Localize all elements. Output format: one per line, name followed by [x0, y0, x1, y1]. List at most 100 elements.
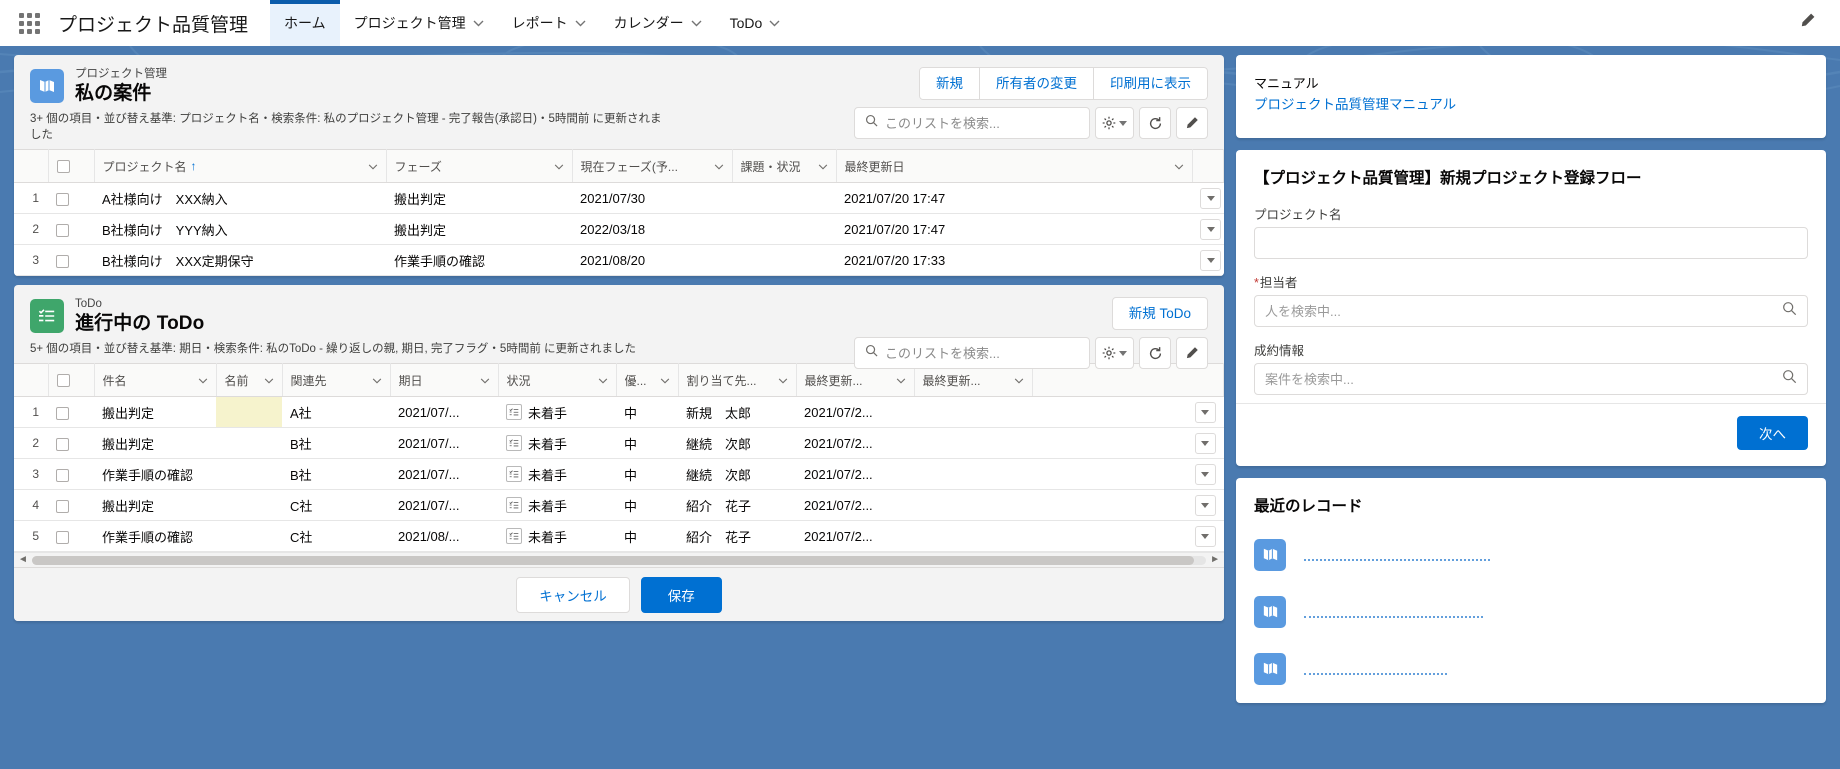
chevron-down-icon[interactable] [890, 373, 906, 387]
todo-search-box[interactable] [854, 337, 1090, 369]
app-launcher-waffle-icon[interactable] [0, 0, 58, 46]
row-select-cell[interactable] [48, 520, 94, 552]
list-item[interactable] [1254, 583, 1808, 640]
cell-related-to[interactable]: B社 [282, 458, 390, 490]
printable-view-button[interactable]: 印刷用に表示 [1094, 67, 1208, 100]
column-header-last-modified[interactable]: 最終更新日 [836, 149, 1193, 183]
row-menu-button[interactable] [1200, 218, 1221, 240]
list-item[interactable] [1254, 640, 1808, 697]
table-row[interactable]: 2 B社様向け YYY納入 搬出判定 2022/03/18 2021/07/20 … [14, 213, 1224, 245]
cell-name[interactable] [216, 458, 282, 490]
cell-row-actions[interactable] [1192, 182, 1224, 214]
column-header-subject[interactable]: 件名 [94, 363, 217, 397]
horizontal-scrollbar[interactable]: ◄ ► [14, 552, 1224, 567]
column-header-priority[interactable]: 優... [616, 363, 679, 397]
cell-name[interactable] [216, 427, 282, 459]
table-row[interactable]: 1 A社様向け XXX納入 搬出判定 2021/07/30 2021/07/20 … [14, 182, 1224, 214]
select-all-checkbox[interactable] [56, 160, 70, 174]
scroll-left-arrow[interactable]: ◄ [18, 555, 28, 565]
row-select-cell[interactable] [48, 213, 94, 245]
row-select-cell[interactable] [48, 489, 94, 521]
column-header-assigned-to[interactable]: 割り当て先... [678, 363, 797, 397]
todo-refresh-button[interactable] [1139, 337, 1171, 369]
new-button[interactable]: 新規 [919, 67, 980, 100]
row-select-cell[interactable] [48, 458, 94, 490]
cell-subject[interactable]: 作業手順の確認 [94, 458, 216, 490]
cell-related-to[interactable]: A社 [282, 396, 390, 428]
table-row[interactable]: 4 搬出判定 C社 2021/07/... 未着手 中 紹介 花子 2021/07… [14, 489, 1224, 521]
row-checkbox[interactable] [56, 192, 69, 206]
cell-name[interactable] [216, 489, 282, 521]
cell-assigned-to[interactable]: 紹介 花子 [678, 489, 796, 521]
cell-row-actions[interactable] [1192, 213, 1224, 245]
chevron-down-icon[interactable] [258, 373, 274, 387]
chevron-down-icon[interactable] [192, 373, 208, 387]
edit-list-button[interactable] [1176, 107, 1208, 139]
cell-related-to[interactable]: B社 [282, 427, 390, 459]
tab-todo[interactable]: ToDo [716, 0, 795, 46]
tab-calendar[interactable]: カレンダー [600, 0, 716, 46]
row-menu-button[interactable] [1194, 494, 1216, 516]
chevron-down-icon[interactable] [654, 373, 670, 387]
cell-name[interactable] [216, 396, 282, 428]
row-menu-button[interactable] [1194, 525, 1216, 547]
row-select-cell[interactable] [48, 244, 94, 276]
row-menu-button[interactable] [1194, 401, 1216, 423]
projects-search-box[interactable] [854, 107, 1090, 139]
row-menu-button[interactable] [1200, 249, 1221, 271]
chevron-down-icon[interactable] [362, 159, 378, 173]
column-header-name[interactable]: 名前 [216, 363, 283, 397]
cell-row-actions[interactable] [1032, 396, 1224, 428]
cell-assigned-to[interactable]: 紹介 花子 [678, 520, 796, 552]
todo-edit-list-button[interactable] [1176, 337, 1208, 369]
todo-search-input[interactable] [885, 345, 1079, 361]
list-settings-button[interactable] [1095, 107, 1134, 139]
cell-row-actions[interactable] [1032, 427, 1224, 459]
row-menu-button[interactable] [1194, 432, 1216, 454]
row-select-cell[interactable] [48, 396, 94, 428]
cancel-button[interactable]: キャンセル [516, 576, 630, 613]
chevron-down-icon[interactable] [1168, 159, 1184, 173]
cell-related-to[interactable]: C社 [282, 489, 390, 521]
pencil-icon[interactable] [1793, 6, 1822, 40]
cell-row-actions[interactable] [1032, 520, 1224, 552]
change-owner-button[interactable]: 所有者の変更 [980, 67, 1094, 100]
project-name-input[interactable] [1265, 235, 1797, 251]
row-checkbox[interactable] [56, 254, 69, 268]
table-row[interactable]: 3 B社様向け XXX定期保守 作業手順の確認 2021/08/20 2021/0… [14, 244, 1224, 276]
scrollbar-thumb[interactable] [31, 555, 1195, 565]
chevron-down-icon[interactable] [474, 373, 490, 387]
search-icon[interactable] [1782, 301, 1797, 321]
cell-subject[interactable]: 作業手順の確認 [94, 520, 216, 552]
recent-record-link[interactable] [1304, 548, 1490, 561]
row-menu-button[interactable] [1200, 187, 1221, 209]
todo-list-settings-button[interactable] [1095, 337, 1134, 369]
cell-project-name[interactable]: B社様向け YYY納入 [94, 213, 386, 245]
table-row[interactable]: 1 搬出判定 A社 2021/07/... 未着手 中 新規 太郎 2021/07… [14, 396, 1224, 428]
row-select-cell[interactable] [48, 182, 94, 214]
project-name-input-wrapper[interactable] [1254, 227, 1808, 259]
column-header-current-phase[interactable]: 現在フェーズ(予... [572, 149, 733, 183]
owner-input-wrapper[interactable] [1254, 295, 1808, 327]
table-row[interactable]: 3 作業手順の確認 B社 2021/07/... 未着手 中 継続 次郎 2021… [14, 458, 1224, 490]
scrollbar-track[interactable] [31, 555, 1207, 565]
next-button[interactable]: 次へ [1737, 416, 1808, 450]
row-checkbox[interactable] [56, 223, 69, 237]
projects-search-input[interactable] [885, 115, 1079, 131]
chevron-down-icon[interactable] [592, 373, 608, 387]
chevron-down-icon[interactable] [548, 159, 564, 173]
table-row[interactable]: 5 作業手順の確認 C社 2021/08/... 未着手 中 紹介 花子 2021… [14, 520, 1224, 552]
row-select-cell[interactable] [48, 427, 94, 459]
cell-subject[interactable]: 搬出判定 [94, 396, 216, 428]
sort-ascending-icon[interactable]: ↑ [191, 159, 197, 173]
cell-assigned-to[interactable]: 継続 次郎 [678, 427, 796, 459]
recent-record-link[interactable] [1304, 662, 1447, 675]
owner-search-input[interactable] [1265, 303, 1782, 319]
save-button[interactable]: 保存 [640, 576, 722, 613]
row-checkbox[interactable] [56, 437, 69, 451]
tab-project-management[interactable]: プロジェクト管理 [340, 0, 498, 46]
cell-related-to[interactable]: C社 [282, 520, 390, 552]
cell-name[interactable] [216, 520, 282, 552]
table-row[interactable]: 2 搬出判定 B社 2021/07/... 未着手 中 継続 次郎 2021/07… [14, 427, 1224, 459]
deal-info-search-input[interactable] [1265, 371, 1782, 387]
